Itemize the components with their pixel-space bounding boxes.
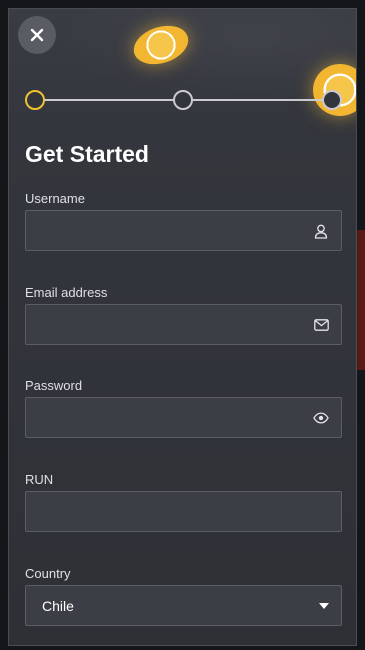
progress-stepper xyxy=(25,90,342,110)
username-input[interactable] xyxy=(26,211,341,250)
step-2-indicator xyxy=(173,90,193,110)
close-button[interactable] xyxy=(18,16,56,54)
email-label: Email address xyxy=(25,285,108,300)
run-label: RUN xyxy=(25,472,54,487)
run-field-box xyxy=(25,491,342,532)
country-selected-value: Chile xyxy=(42,598,74,614)
password-label: Password xyxy=(25,378,83,393)
password-input[interactable] xyxy=(26,398,341,437)
username-field-box xyxy=(25,210,342,251)
close-icon xyxy=(30,28,44,42)
country-select[interactable]: Chile xyxy=(25,585,342,626)
caret-down-icon xyxy=(319,603,329,609)
step-1-indicator xyxy=(25,90,45,110)
eye-icon[interactable] xyxy=(313,410,329,426)
password-field-box xyxy=(25,397,342,438)
user-icon xyxy=(313,223,329,239)
envelope-icon xyxy=(313,317,329,333)
country-label: Country xyxy=(25,566,71,581)
page-title: Get Started xyxy=(25,141,149,167)
username-label: Username xyxy=(25,191,85,206)
signup-dialog: Get Started Username Email address Passw… xyxy=(8,8,357,646)
email-input[interactable] xyxy=(26,305,341,344)
step-3-indicator xyxy=(322,90,342,110)
email-field-box xyxy=(25,304,342,345)
run-input[interactable] xyxy=(26,492,341,531)
